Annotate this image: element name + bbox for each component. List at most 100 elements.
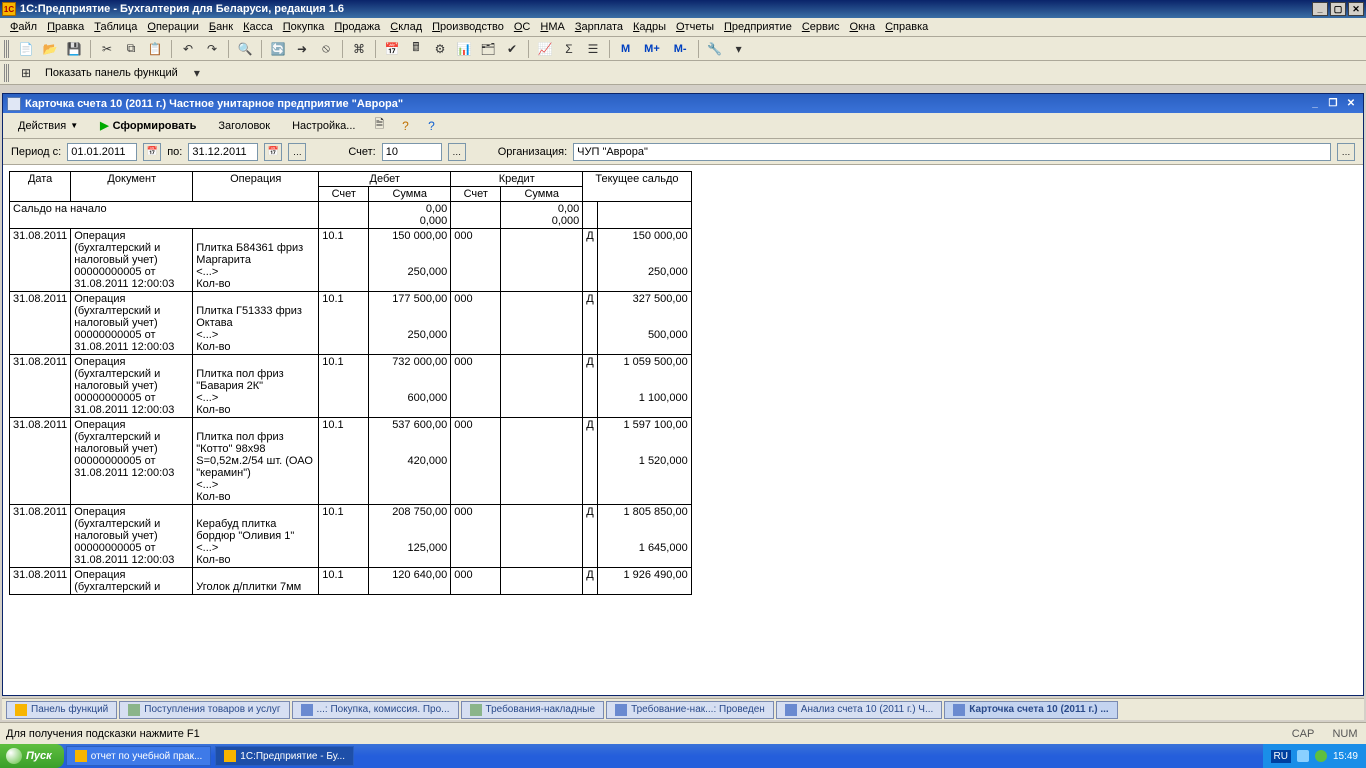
menu-item[interactable]: Зарплата [571,19,627,35]
table-row[interactable]: 31.08.2011Операция (бухгалтерский и нало… [10,229,692,292]
tray-lang[interactable]: RU [1271,750,1291,763]
menu-item[interactable]: Окна [846,19,880,35]
memory-mplus-button[interactable]: M+ [638,41,666,57]
settings-button[interactable]: Настройка... [283,117,364,135]
date-to-input[interactable] [188,143,258,161]
date-to-picker-button[interactable]: 📅 [264,143,282,161]
wrench-icon[interactable]: 🔧 [704,39,726,59]
menu-item[interactable]: Таблица [90,19,141,35]
panel-functions-button[interactable]: Показать панель функций [39,65,184,81]
table-row[interactable]: 31.08.2011Операция (бухгалтерский и нало… [10,292,692,355]
org-input[interactable] [573,143,1331,161]
mdi-tab[interactable]: Панель функций [6,701,117,719]
period-ellipsis-button[interactable]: … [288,143,306,161]
start-button[interactable]: Пуск [0,744,64,768]
menu-item[interactable]: Справка [881,19,932,35]
maximize-button[interactable]: ▢ [1330,2,1346,16]
redo-icon[interactable]: ↷ [201,39,223,59]
menu-item[interactable]: Продажа [330,19,384,35]
menu-item[interactable]: Кадры [629,19,670,35]
child-close-button[interactable]: ✕ [1343,97,1359,111]
mdi-tab[interactable]: ...: Покупка, комиссия. Про... [292,701,459,719]
taskbar-item[interactable]: отчет по учебной прак... [66,746,212,766]
calc-icon[interactable]: 🖩 [405,39,427,59]
mdi-tab[interactable]: Карточка счета 10 (2011 г.) ... [944,701,1117,719]
menu-item[interactable]: Производство [428,19,508,35]
save-icon[interactable]: 💾 [63,39,85,59]
toolbar-grip[interactable] [4,64,9,82]
calendar-icon[interactable]: 📅 [381,39,403,59]
menu-item[interactable]: НМА [536,19,568,35]
cell-debit-acc: 10.1 [319,418,369,505]
script-icon[interactable]: ⌘ [348,39,370,59]
list-icon[interactable]: ☰ [582,39,604,59]
mdi-tab[interactable]: Поступления товаров и услуг [119,701,289,719]
tray-icon[interactable] [1315,750,1327,762]
org-ellipsis-button[interactable]: … [1337,143,1355,161]
copy-icon[interactable]: ⧉ [120,39,142,59]
table-row[interactable]: 31.08.2011Операция (бухгалтерский иУголо… [10,568,692,595]
paste-icon[interactable]: 📋 [144,39,166,59]
memory-mminus-button[interactable]: M- [668,41,693,57]
header-button[interactable]: Заголовок [209,117,279,135]
table-row[interactable]: 31.08.2011Операция (бухгалтерский и нало… [10,355,692,418]
memory-m-button[interactable]: M [615,41,636,57]
undo-icon[interactable]: ↶ [177,39,199,59]
tray-clock[interactable]: 15:49 [1333,751,1358,762]
account-input[interactable] [382,143,442,161]
opening-balance-label: Сальдо на начало [10,202,319,229]
sum-icon[interactable]: Σ [558,39,580,59]
find-icon[interactable]: 🔍 [234,39,256,59]
menu-item[interactable]: Банк [205,19,237,35]
menu-item[interactable]: Сервис [798,19,844,35]
cards-icon[interactable]: 🗂 [477,39,499,59]
mdi-tab[interactable]: Требование-нак...: Проведен [606,701,774,719]
table-row[interactable]: 31.08.2011Операция (бухгалтерский и нало… [10,418,692,505]
panel-functions-icon[interactable]: ⊞ [15,63,37,83]
cell-operation: Плитка пол фриз "Бавария 2К"<...>Кол-во [193,355,319,418]
form-button[interactable]: ▶ Сформировать [91,116,205,135]
cut-icon[interactable]: ✂ [96,39,118,59]
minimize-button[interactable]: _ [1312,2,1328,16]
chevron-down-icon[interactable]: ▾ [186,63,208,83]
chart-icon[interactable]: 📈 [534,39,556,59]
close-button[interactable]: ✕ [1348,2,1364,16]
go-icon[interactable]: ➜ [291,39,313,59]
help-icon[interactable]: ? [420,116,442,136]
report-icon[interactable]: 📊 [453,39,475,59]
table-row[interactable]: 31.08.2011Операция (бухгалтерский и нало… [10,505,692,568]
mdi-tab[interactable]: Требования-накладные [461,701,605,719]
tray-icon[interactable] [1297,750,1309,762]
menu-item[interactable]: Предприятие [720,19,796,35]
menu-item[interactable]: Операции [143,19,202,35]
date-from-picker-button[interactable]: 📅 [143,143,161,161]
account-ellipsis-button[interactable]: … [448,143,466,161]
date-from-input[interactable] [67,143,137,161]
menu-item[interactable]: Файл [6,19,41,35]
menu-item[interactable]: Касса [239,19,277,35]
new-icon[interactable]: 📄 [15,39,37,59]
task-icon[interactable]: ✔ [501,39,523,59]
report-area[interactable]: Дата Документ Операция Дебет Кредит Теку… [3,165,1363,695]
actions-dropdown[interactable]: Действия ▼ [9,117,87,135]
report-params-icon[interactable]: 🗎 [368,116,390,136]
child-minimize-button[interactable]: _ [1307,97,1323,111]
open-icon[interactable]: 📂 [39,39,61,59]
menu-item[interactable]: Покупка [279,19,329,35]
cell-credit-sum [501,355,583,418]
props-icon[interactable]: ⚙ [429,39,451,59]
refresh-icon[interactable]: 🔄 [267,39,289,59]
child-restore-button[interactable]: ❐ [1325,97,1341,111]
toolbar-grip[interactable] [4,40,9,58]
menu-item[interactable]: Склад [386,19,426,35]
help-about-icon[interactable]: ? [394,116,416,136]
mdi-tab[interactable]: Анализ счета 10 (2011 г.) Ч... [776,701,943,719]
stop-icon[interactable]: ⦸ [315,39,337,59]
menu-item[interactable]: Отчеты [672,19,718,35]
chevron-down-icon[interactable]: ▾ [728,39,750,59]
cell-date: 31.08.2011 [10,292,71,355]
tab-label: Требования-накладные [486,704,596,715]
menu-item[interactable]: ОС [510,19,535,35]
menu-item[interactable]: Правка [43,19,88,35]
taskbar-item[interactable]: 1С:Предприятие - Бу... [215,746,354,766]
